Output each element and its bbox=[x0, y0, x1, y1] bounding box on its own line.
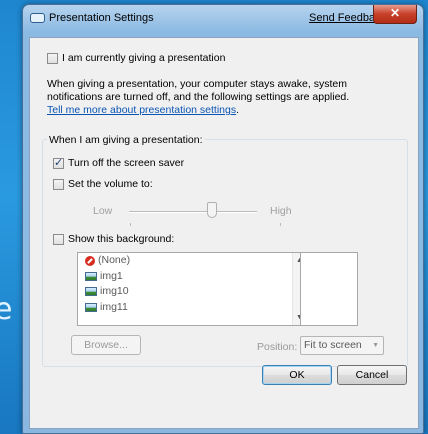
screensaver-label: Turn off the screen saver bbox=[68, 157, 185, 170]
learn-more-link[interactable]: Tell me more about presentation settings bbox=[47, 104, 236, 116]
cancel-button[interactable]: Cancel bbox=[337, 365, 407, 385]
image-icon bbox=[85, 302, 97, 312]
ok-button[interactable]: OK bbox=[262, 365, 332, 385]
list-item[interactable]: img10 bbox=[78, 284, 308, 300]
list-item[interactable]: img11 bbox=[78, 300, 308, 316]
group-title: When I am giving a presentation: bbox=[47, 134, 205, 146]
volume-slider-thumb[interactable] bbox=[207, 202, 218, 218]
close-button[interactable]: ✕ bbox=[373, 5, 417, 24]
background-list[interactable]: (None) img1 img10 img11 ▲ ▼ bbox=[77, 252, 309, 326]
none-icon bbox=[85, 255, 95, 266]
position-label: Position: bbox=[257, 341, 298, 353]
presentation-settings-window: Presentation Settings Send Feedback ✕ I … bbox=[22, 4, 424, 434]
projector-icon bbox=[30, 13, 45, 23]
volume-checkbox[interactable] bbox=[53, 178, 64, 190]
dialog-client-area: I am currently giving a presentation Whe… bbox=[29, 37, 419, 429]
slider-tick bbox=[280, 223, 281, 226]
volume-high-label: High bbox=[270, 205, 292, 217]
image-icon bbox=[85, 271, 97, 281]
position-select[interactable]: Fit to screen ▼ bbox=[300, 336, 384, 355]
desktop-background-text: e bbox=[0, 292, 13, 327]
position-value: Fit to screen bbox=[304, 339, 362, 351]
volume-low-label: Low bbox=[93, 205, 113, 217]
window-title: Presentation Settings bbox=[49, 12, 154, 24]
background-checkbox[interactable] bbox=[53, 233, 64, 245]
browse-button[interactable]: Browse... bbox=[71, 335, 141, 355]
list-item[interactable]: img1 bbox=[78, 269, 308, 285]
background-row[interactable]: Show this background: bbox=[53, 233, 174, 245]
description-text: When giving a presentation, your compute… bbox=[47, 78, 350, 103]
list-item[interactable]: (None) bbox=[78, 253, 308, 269]
slider-tick bbox=[130, 223, 131, 226]
screensaver-row[interactable]: Turn off the screen saver bbox=[53, 156, 185, 170]
presenting-label: I am currently giving a presentation bbox=[62, 52, 226, 65]
description: When giving a presentation, your compute… bbox=[47, 78, 350, 116]
close-icon: ✕ bbox=[389, 6, 401, 20]
chevron-down-icon: ▼ bbox=[372, 342, 379, 349]
background-label: Show this background: bbox=[68, 233, 175, 246]
volume-label: Set the volume to: bbox=[68, 178, 153, 191]
presenting-row[interactable]: I am currently giving a presentation bbox=[47, 52, 225, 64]
volume-row[interactable]: Set the volume to: bbox=[53, 178, 153, 190]
volume-slider-track[interactable] bbox=[129, 211, 257, 213]
presenting-checkbox[interactable] bbox=[47, 52, 58, 64]
image-icon bbox=[85, 287, 97, 296]
title-bar[interactable]: Presentation Settings Send Feedback ✕ bbox=[23, 5, 423, 29]
screensaver-checkbox[interactable] bbox=[53, 156, 64, 169]
background-preview bbox=[300, 252, 358, 326]
